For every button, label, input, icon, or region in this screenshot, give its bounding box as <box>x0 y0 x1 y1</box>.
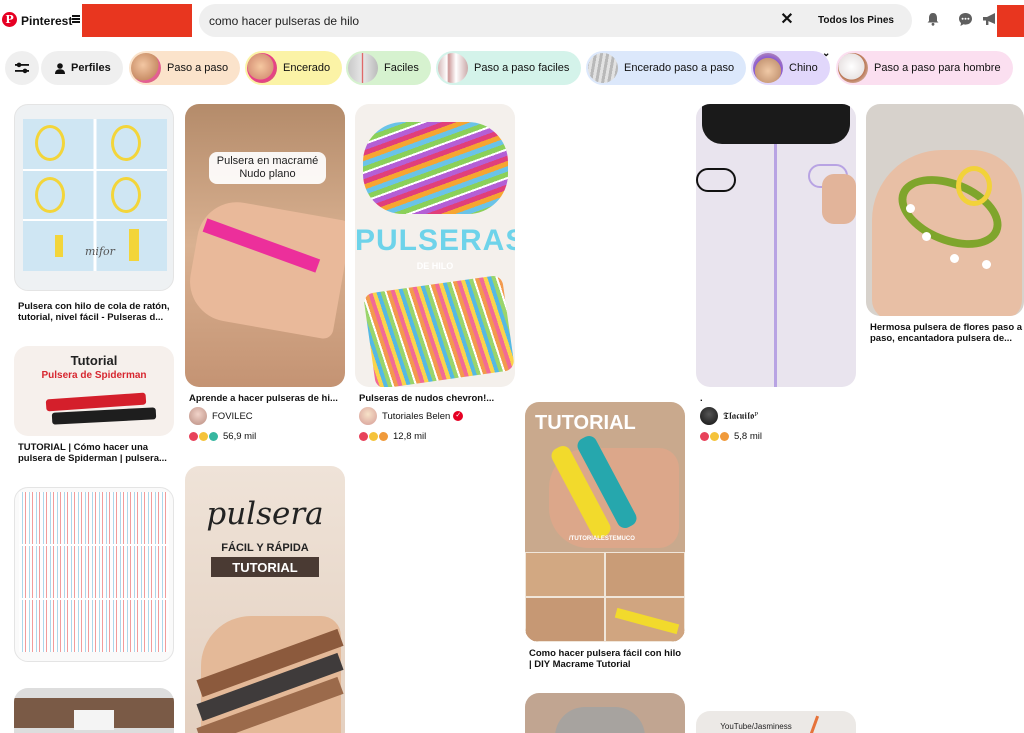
pin-image-text: DE HILO <box>416 261 454 271</box>
pin-image-text: PULSERAS <box>355 224 515 257</box>
clap-reaction-icon <box>379 432 388 441</box>
redacted-area <box>997 5 1024 37</box>
pin-image-text: YouTube/Jasminess <box>720 722 792 731</box>
redacted-area <box>82 4 192 37</box>
pin-image-text: Pulsera en macramé Nudo plano <box>216 155 319 180</box>
pill-label: Paso a paso faciles <box>474 62 570 74</box>
avatar[interactable] <box>189 407 207 425</box>
pin-image-text: mifor <box>85 245 115 258</box>
pill-thumbnail <box>131 53 161 83</box>
pill-thumbnail <box>438 53 468 83</box>
pill-label: Chino <box>789 62 818 74</box>
filter-pills: Perfiles Paso a paso Encerado Faciles Pa… <box>0 51 1024 85</box>
pin-image-partial[interactable] <box>525 693 685 733</box>
wow-reaction-icon <box>720 432 729 441</box>
pin-image-flower-bracelet[interactable] <box>866 104 1024 316</box>
pin-image-pulseras-de-hilo[interactable]: PULSERAS DE HILO <box>355 104 515 387</box>
pill-thumbnail <box>348 53 378 83</box>
pin-image-pulsera-facil-rapida[interactable]: pulsera FÁCIL Y RÁPIDA TUTORIAL <box>185 466 345 733</box>
pin-author[interactable]: FOVILEC <box>189 407 253 425</box>
filter-pill-faciles[interactable]: Faciles <box>346 51 431 85</box>
top-bar: P Pinterest como hacer pulseras de hilo … <box>0 0 1024 59</box>
pill-thumbnail <box>588 53 618 83</box>
filter-settings-button[interactable] <box>5 51 39 85</box>
heart-reaction-icon <box>700 432 709 441</box>
pin-reactions: 12,8 mil <box>359 431 426 442</box>
pin-image-partial[interactable] <box>14 688 174 733</box>
filter-pill-encerado[interactable]: Encerado <box>245 51 343 85</box>
pin-image-macrame-nudo-plano[interactable]: Pulsera en macramé Nudo plano <box>185 104 345 387</box>
clap-reaction-icon <box>209 432 218 441</box>
pin-image-text: TUTORIAL <box>535 412 636 434</box>
pin-author[interactable]: Tutoriales Belen ✓ <box>359 407 464 425</box>
pill-label: Faciles <box>384 62 419 74</box>
filter-settings-icon <box>15 62 29 74</box>
author-name[interactable]: 𝕿𝖑𝖆𝖈𝖚𝖎𝖑𝖔ᴾ <box>723 411 758 422</box>
pin-title[interactable]: Pulseras de nudos chevron!... <box>359 393 514 404</box>
pin-image-heart-pattern[interactable] <box>14 487 174 662</box>
avatar[interactable] <box>359 407 377 425</box>
smile-reaction-icon <box>199 432 208 441</box>
pill-thumbnail <box>247 53 277 83</box>
pill-label: Encerado <box>283 62 331 74</box>
pin-image-text: FÁCIL Y RÁPIDA <box>221 542 309 554</box>
pin-image-text: Pulsera de Spiderman <box>41 370 147 381</box>
pin-title[interactable]: . <box>700 393 855 404</box>
brand-name[interactable]: Pinterest <box>21 14 72 28</box>
pin-image-text: /TUTORIALESTEMUCO <box>569 536 635 542</box>
pin-reactions: 5,8 mil <box>700 431 762 442</box>
filter-pill-perfiles[interactable]: Perfiles <box>41 51 123 85</box>
filter-pill-paso-a-paso-faciles[interactable]: Paso a paso faciles <box>436 51 582 85</box>
search-scope-dropdown[interactable]: Todos los Pines⌄ <box>808 4 912 59</box>
reaction-count: 56,9 mil <box>223 431 257 442</box>
pill-label: Encerado paso a paso <box>624 62 735 74</box>
bell-icon[interactable] <box>926 12 940 26</box>
megaphone-icon[interactable] <box>982 12 998 26</box>
pill-label: Paso a paso <box>167 62 229 74</box>
smile-reaction-icon <box>710 432 719 441</box>
person-icon <box>55 62 65 74</box>
pill-label: Paso a paso para hombre <box>874 62 1001 74</box>
pin-title[interactable]: Hermosa pulsera de flores paso a paso, e… <box>870 322 1024 344</box>
author-name[interactable]: FOVILEC <box>212 411 253 422</box>
pin-reactions: 56,9 mil <box>189 431 256 442</box>
search-scope-label: Todos los Pines <box>818 15 894 26</box>
filter-pill-encerado-paso-a-paso[interactable]: Encerado paso a paso <box>586 51 747 85</box>
pin-image-text: pulsera <box>206 496 324 532</box>
pin-image-text: TUTORIAL <box>232 560 298 575</box>
pin-title[interactable]: Pulsera con hilo de cola de ratón, tutor… <box>18 301 173 323</box>
pin-image-spiderman[interactable]: Tutorial Pulsera de Spiderman <box>14 346 174 436</box>
pin-image-cord-video[interactable] <box>696 104 856 387</box>
pinterest-logo-icon[interactable]: P <box>2 12 17 27</box>
verified-badge-icon: ✓ <box>453 411 464 421</box>
filter-pill-paso-a-paso-para-hombre[interactable]: Paso a paso para hombre <box>836 51 1013 85</box>
pin-image-text: Tutorial <box>70 353 118 368</box>
pin-title[interactable]: Aprende a hacer pulseras de hi... <box>189 393 344 404</box>
avatar[interactable] <box>700 407 718 425</box>
filter-pill-chino[interactable]: Chino <box>751 51 830 85</box>
reaction-count: 5,8 mil <box>734 431 762 442</box>
pin-image-cola-de-raton[interactable]: mifor <box>14 104 174 291</box>
pin-title[interactable]: Como hacer pulsera fácil con hilo | DIY … <box>529 648 684 670</box>
chat-icon[interactable] <box>958 12 973 27</box>
pill-thumbnail <box>753 53 783 83</box>
pin-author[interactable]: 𝕿𝖑𝖆𝖈𝖚𝖎𝖑𝖔ᴾ <box>700 407 758 425</box>
search-input[interactable]: como hacer pulseras de hilo <box>209 14 359 28</box>
filter-pill-paso-a-paso[interactable]: Paso a paso <box>129 51 241 85</box>
search-bar[interactable]: como hacer pulseras de hilo ✕ Todos los … <box>199 4 912 59</box>
clear-search-icon[interactable]: ✕ <box>779 12 795 28</box>
pin-title[interactable]: TUTORIAL | Cómo hacer una pulsera de Spi… <box>18 442 173 464</box>
reaction-count: 12,8 mil <box>393 431 427 442</box>
menu-icon[interactable] <box>72 15 80 23</box>
pin-image-partial[interactable]: YouTube/Jasminess <box>696 711 856 733</box>
smile-reaction-icon <box>369 432 378 441</box>
pill-thumbnail <box>838 53 868 83</box>
author-name[interactable]: Tutoriales Belen <box>382 411 450 422</box>
pin-image-tutorial-macrame[interactable]: TUTORIAL /TUTORIALESTEMUCO <box>525 402 685 642</box>
heart-reaction-icon <box>359 432 368 441</box>
heart-reaction-icon <box>189 432 198 441</box>
pill-label: Perfiles <box>71 62 111 74</box>
